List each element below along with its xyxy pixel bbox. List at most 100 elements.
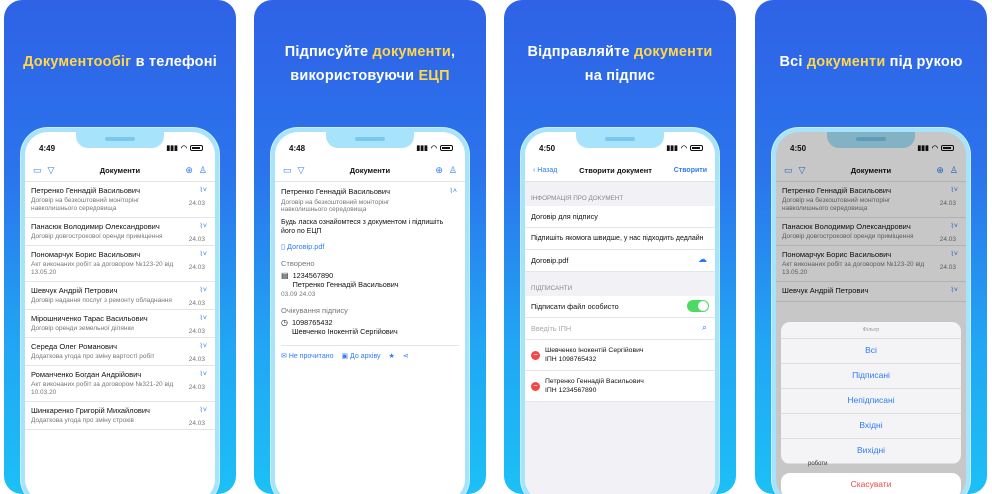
ipn-input[interactable]: Введіть ІПН <box>531 324 571 333</box>
headline-text: використовуючи <box>290 68 419 84</box>
phone-frame: 4:50 ▮▮▮ ◠ ▭ ▽ Документи ⊕ ♙ Петренко Генна… <box>771 127 971 494</box>
headline-text: на підпис <box>584 68 656 84</box>
row-date: 24.03 <box>188 264 205 271</box>
status-time: 4:49 <box>39 143 56 153</box>
sign-self-toggle[interactable] <box>687 300 709 312</box>
signature-chevron-up-icon[interactable]: ⌇˄ <box>449 187 457 195</box>
profile-icon[interactable]: ♙ <box>199 165 207 176</box>
filter-sheet: Фільтр Всі Підписані Непідписані Вхідні Вихі… <box>781 322 961 464</box>
back-button[interactable]: ‹ Назад <box>533 167 557 174</box>
headline-text: Підписуйте <box>284 44 373 60</box>
profile-icon[interactable]: ♙ <box>449 165 457 176</box>
action-bar: ✉ Не прочитано ▣ До архіву ★ ⋖ <box>281 345 459 360</box>
signature-icon[interactable]: ⌇˅ <box>199 314 207 322</box>
promo-panel-2: Підписуйте документи, використовуючи ЕЦП… <box>254 0 486 494</box>
filter-option[interactable]: Підписані <box>781 364 961 389</box>
wifi-icon: ◠ <box>680 145 687 152</box>
waiting-label: Очікування підпису <box>281 306 348 315</box>
signer-ipn: ІПН 1098765432 <box>545 356 597 363</box>
created-name: Петренко Геннадій Васильович <box>292 280 399 289</box>
add-icon[interactable]: ⊕ <box>185 165 193 176</box>
status-bar: 4:48 ▮▮▮ ◠ <box>289 142 453 154</box>
signature-icon[interactable]: ⌇˅ <box>199 222 207 230</box>
signer-ipn: ІПН 1234567890 <box>545 387 597 394</box>
mark-unread-label: Не прочитано <box>288 353 334 360</box>
create-button[interactable]: Створити <box>674 167 707 174</box>
filter-icon[interactable]: ▽ <box>298 165 305 176</box>
peek-text: роботи <box>808 461 828 467</box>
row-desc: Додаткова угода про зміну вартості робіт <box>31 353 155 360</box>
document-row[interactable]: Мірошниченко Тарас Васильович Договір оре… <box>25 310 215 338</box>
document-desc: Договір на безкоштовний моніторінг навко… <box>281 199 390 213</box>
document-row[interactable]: Середа Олег Романович Додаткова угода про… <box>25 338 215 366</box>
promo-panel-3: Відправляйте документи на підпис 4:50 ▮▮… <box>504 0 736 494</box>
cancel-button[interactable]: Скасувати <box>781 473 961 494</box>
document-row[interactable]: Романченко Богдан Андрійович Акт виконани… <box>25 366 215 402</box>
doc-title-field[interactable]: Договір для підпису <box>525 206 715 228</box>
document-row[interactable]: Шевчук Андрій Петрович Договір надання по… <box>25 282 215 310</box>
signer-name: Петренко Геннадій Васильович <box>545 378 644 385</box>
headline-highlight: документи <box>633 44 713 60</box>
headline-rest: в телефоні <box>131 54 217 70</box>
signature-icon[interactable]: ⌇˅ <box>199 250 207 258</box>
battery-icon <box>690 145 703 151</box>
doc-note-field[interactable]: Підпишіть якомога швидше, у нас підходит… <box>525 228 715 250</box>
share-icon[interactable]: ⋖ <box>403 352 409 360</box>
phone-frame: 4:48 ▮▮▮ ◠ ▭ ▽ Документи ⊕ ♙ Петренко Генна… <box>270 127 470 494</box>
file-link[interactable]: ▯ Договір.pdf <box>281 242 459 251</box>
wifi-icon: ◠ <box>180 145 187 152</box>
file-attach-row[interactable]: Договір.pdf ☁ <box>525 250 715 272</box>
signature-icon[interactable]: ⌇˅ <box>199 370 207 378</box>
signal-icon: ▮▮▮ <box>166 145 178 152</box>
filter-icon[interactable]: ▽ <box>48 165 55 176</box>
panel-headline: Всі документи під рукою <box>755 50 987 74</box>
search-icon[interactable]: ⌕ <box>702 323 707 332</box>
remove-signer-icon[interactable]: − <box>531 350 540 360</box>
document-row[interactable]: Панасюк Володимир Олександрович Договір д… <box>25 218 215 246</box>
row-desc: Акт виконаних робіт за договором №321-20… <box>31 381 174 396</box>
document-detail: Петренко Геннадій Васильович ⌇˄ Договір … <box>275 182 465 494</box>
headline-highlight: документи <box>806 54 886 70</box>
mark-unread-button[interactable]: ✉ Не прочитано <box>281 352 333 360</box>
filter-option[interactable]: Вхідні <box>781 414 961 439</box>
app-store-screenshots: Документообіг в телефоні 4:49 ▮▮▮ ◠ ▭ ▽ До… <box>0 0 992 494</box>
nav-bar: ▭ ▽ Документи ⊕ ♙ <box>275 160 465 182</box>
screen-title: Документи <box>349 166 391 175</box>
created-date: 03.09 24.03 <box>281 291 316 298</box>
row-desc: Договір оренди земельної ділянки <box>31 325 134 332</box>
signature-icon[interactable]: ⌇˅ <box>199 186 207 194</box>
signature-icon[interactable]: ⌇˅ <box>199 286 207 294</box>
add-icon[interactable]: ⊕ <box>435 165 443 176</box>
folder-icon[interactable]: ▭ <box>33 165 42 176</box>
row-name: Середа Олег Романович <box>31 342 118 351</box>
created-block: ▤ 1234567890 Петренко Геннадій Васильови… <box>281 271 459 289</box>
signature-icon[interactable]: ⌇˅ <box>199 342 207 350</box>
document-row[interactable]: Пономарчук Борис Васильович Акт виконаних… <box>25 246 215 282</box>
file-name: Договір.pdf <box>531 256 569 265</box>
cloud-upload-icon[interactable]: ☁ <box>698 255 707 264</box>
star-icon[interactable]: ★ <box>389 352 395 360</box>
document-row[interactable]: Шинкаренко Григорій Михайлович Додаткова … <box>25 402 215 430</box>
folder-icon[interactable]: ▭ <box>283 165 292 176</box>
document-row[interactable]: Петренко Геннадій Васильович Договір на б… <box>25 182 215 218</box>
row-name: Пономарчук Борис Васильович <box>31 250 141 259</box>
status-bar: 4:49 ▮▮▮ ◠ <box>39 142 203 154</box>
promo-panel-1: Документообіг в телефоні 4:49 ▮▮▮ ◠ ▭ ▽ До… <box>4 0 236 494</box>
battery-icon <box>190 145 203 151</box>
phone-screen: 4:50 ▮▮▮ ◠ ‹ Назад Створити документ Ство… <box>525 132 715 494</box>
filter-option[interactable]: Всі <box>781 339 961 364</box>
filter-option[interactable]: Непідписані <box>781 389 961 414</box>
signer-name: Шевченко Інокентій Сергійович <box>545 347 644 354</box>
remove-signer-icon[interactable]: − <box>531 381 540 391</box>
archive-button[interactable]: ▣ До архіву <box>341 352 380 360</box>
archive-label: До архіву <box>350 353 381 360</box>
signers-section-label: ПІДПИСАНТИ <box>531 285 573 292</box>
created-code: 1234567890 <box>292 271 334 280</box>
back-label: Назад <box>537 167 558 174</box>
create-document-form: ІНФОРМАЦІЯ ПРО ДОКУМЕНТ Договір для підп… <box>525 182 715 494</box>
filter-options: Всі Підписані Непідписані Вхідні Вихідні <box>781 339 961 464</box>
headline-text: Відправляйте <box>527 44 634 60</box>
clock-icon: ◷ <box>281 318 288 327</box>
ipn-input-row[interactable]: Введіть ІПН ⌕ <box>525 318 715 340</box>
signature-icon[interactable]: ⌇˅ <box>199 406 207 414</box>
